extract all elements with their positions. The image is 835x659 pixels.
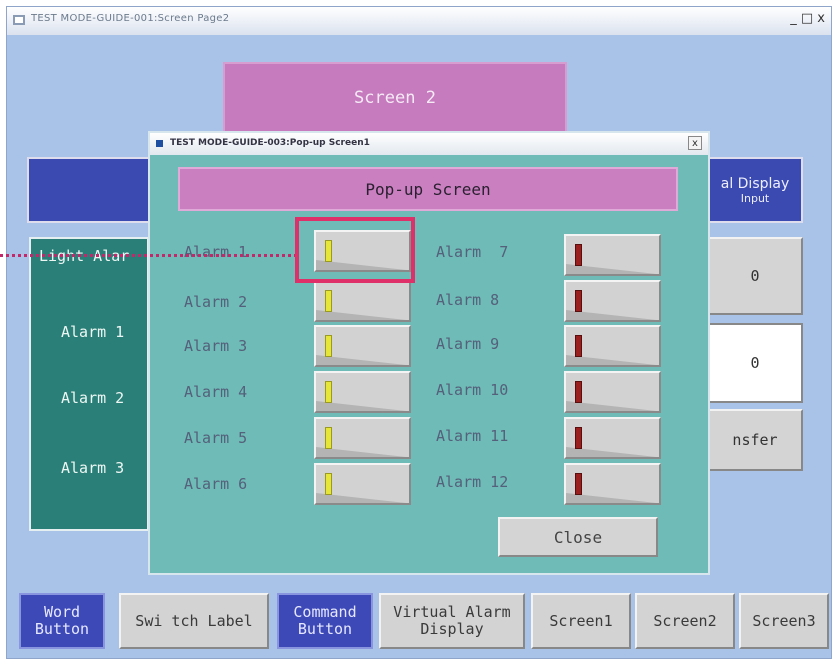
transfer-label: nsfer [732, 431, 778, 449]
alarm-lamp-4[interactable] [314, 371, 411, 413]
value-display-1: 0 [707, 237, 803, 315]
lamp-indicator-icon [575, 381, 582, 403]
popup-close-icon[interactable]: x [688, 136, 702, 150]
lamp-indicator-icon [325, 473, 332, 495]
alarm-lamp-10[interactable] [564, 371, 661, 413]
alarm-label-8: Alarm 8 [436, 291, 500, 309]
main-window: TEST MODE-GUIDE-001:Screen Page2 _ □ x S… [6, 6, 832, 659]
alarm-label-11: Alarm 11 [436, 427, 509, 445]
left-alarm-2: Alarm 2 [61, 389, 125, 407]
popup-header: Pop-up Screen [178, 167, 678, 211]
popup-window: TEST MODE-GUIDE-003:Pop-up Screen1 x Pop… [148, 131, 710, 575]
alarm-label-12: Alarm 12 [436, 473, 509, 491]
main-window-title: TEST MODE-GUIDE-001:Screen Page2 [31, 13, 230, 24]
left-header-box [27, 157, 157, 223]
value-input-2[interactable]: 0 [707, 323, 803, 403]
alarm-lamp-6[interactable] [314, 463, 411, 505]
alarm-lamp-8[interactable] [564, 280, 661, 322]
tab-command-button[interactable]: Command Button [277, 593, 373, 649]
highlight-box [295, 217, 415, 283]
alarm-label-3: Alarm 3 [184, 337, 248, 355]
light-alarm-panel: Light Alar Alarm 1 Alarm 2 Alarm 3 [29, 237, 149, 531]
left-alarm-3: Alarm 3 [61, 459, 125, 477]
alarm-label-9: Alarm 9 [436, 335, 500, 353]
alarm-label-2: Alarm 2 [184, 293, 248, 311]
lamp-indicator-icon [575, 473, 582, 495]
lamp-indicator-icon [575, 290, 582, 312]
alarm-label-7: Alarm 7 [436, 243, 509, 261]
tab-screen2[interactable]: Screen2 [635, 593, 735, 649]
lamp-indicator-icon [575, 427, 582, 449]
lamp-indicator-icon [325, 290, 332, 312]
alarm-lamp-2[interactable] [314, 280, 411, 322]
left-alarm-1: Alarm 1 [61, 323, 125, 341]
tab-screen3[interactable]: Screen3 [739, 593, 829, 649]
lamp-indicator-icon [325, 335, 332, 357]
tab-virtual-alarm-display[interactable]: Virtual Alarm Display [379, 593, 525, 649]
value-1-text: 0 [750, 267, 760, 285]
alarm-lamp-7[interactable] [564, 234, 661, 276]
lamp-indicator-icon [325, 381, 332, 403]
alarm-lamp-5[interactable] [314, 417, 411, 459]
screen-2-banner: Screen 2 [223, 62, 567, 134]
close-button[interactable]: Close [498, 517, 658, 557]
lamp-indicator-icon [325, 427, 332, 449]
app-icon [13, 15, 25, 25]
transfer-button[interactable]: nsfer [707, 409, 803, 471]
alarm-label-1: Alarm 1 [184, 243, 248, 261]
alarm-label-6: Alarm 6 [184, 475, 248, 493]
alarm-label-10: Alarm 10 [436, 381, 509, 399]
virtual-display-input-header: al Display Input [707, 157, 803, 223]
alarm-label-5: Alarm 5 [184, 429, 248, 447]
alarm-lamp-12[interactable] [564, 463, 661, 505]
lamp-indicator-icon [575, 244, 582, 266]
tab-switch-label[interactable]: Swi tch Label [119, 593, 269, 649]
alarm-lamp-9[interactable] [564, 325, 661, 367]
popup-app-icon [156, 140, 163, 147]
alarm-lamp-11[interactable] [564, 417, 661, 459]
alarm-lamp-3[interactable] [314, 325, 411, 367]
window-controls[interactable]: _ □ x [790, 11, 825, 26]
tab-word-button[interactable]: Word Button [19, 593, 105, 649]
main-title-bar: TEST MODE-GUIDE-001:Screen Page2 _ □ x [7, 7, 831, 35]
popup-title-bar: TEST MODE-GUIDE-003:Pop-up Screen1 x [150, 133, 708, 155]
right-header-line-2: Input [740, 191, 770, 205]
popup-title: TEST MODE-GUIDE-003:Pop-up Screen1 [170, 138, 370, 148]
callout-dotted-line [0, 254, 297, 257]
tab-screen1[interactable]: Screen1 [531, 593, 631, 649]
lamp-indicator-icon [575, 335, 582, 357]
alarm-label-4: Alarm 4 [184, 383, 248, 401]
value-2-text: 0 [750, 354, 760, 372]
right-header-line-1: al Display [720, 175, 790, 192]
